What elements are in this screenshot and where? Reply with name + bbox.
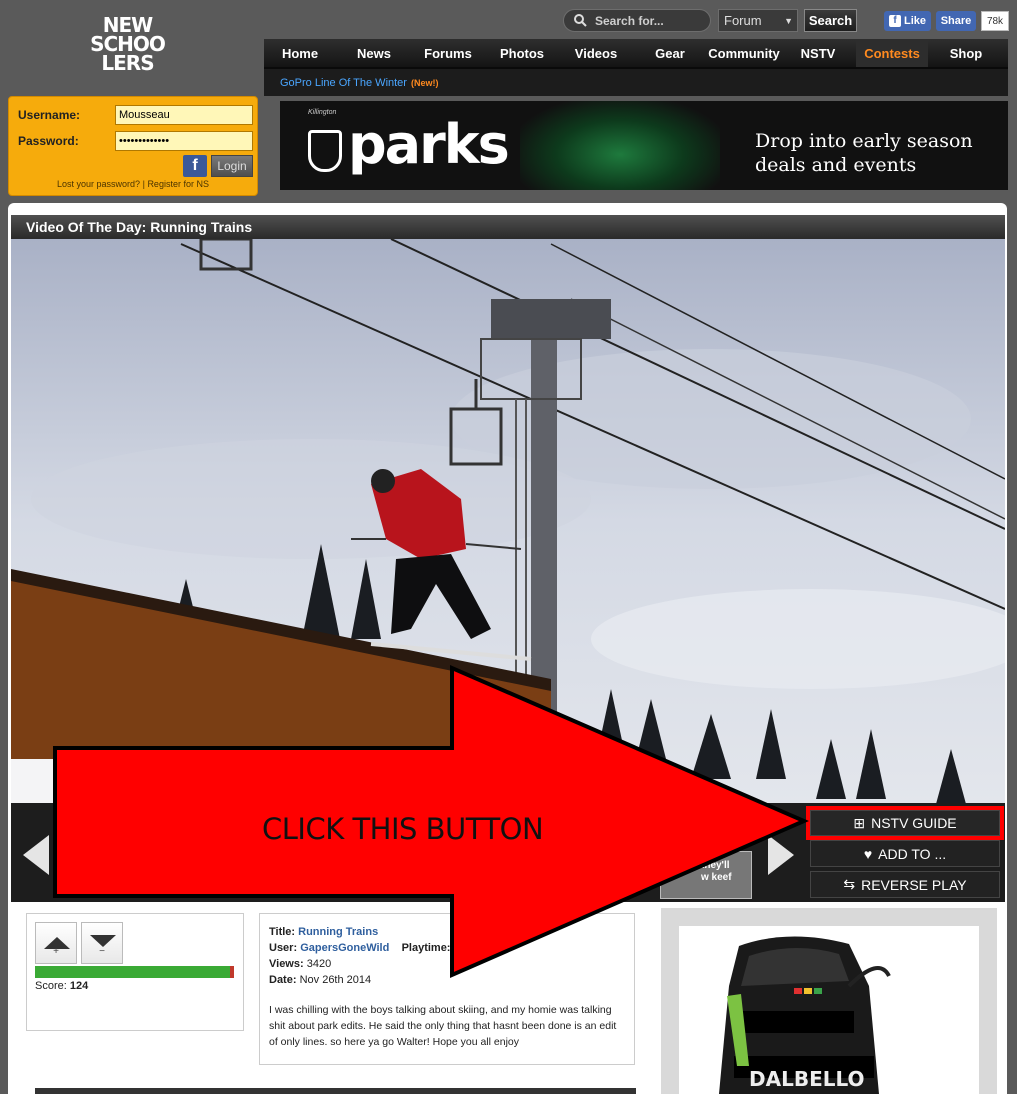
ski-boot-image: DALBELLO <box>719 936 891 1094</box>
banner-tagline-1: Drop into early season <box>755 130 973 152</box>
nav-nstv[interactable]: NSTV <box>780 39 856 67</box>
video-player[interactable] <box>11 239 1005 804</box>
search-scope-select[interactable]: Forum ▼ <box>718 9 798 32</box>
search-input[interactable] <box>595 13 695 28</box>
video-title: Video Of The Day: Running Trains <box>11 215 1005 239</box>
title-label: Title: <box>269 926 296 938</box>
nav-home[interactable]: Home <box>264 39 336 67</box>
section-divider <box>35 1088 636 1094</box>
score-label: Score: <box>35 980 67 992</box>
nav-videos[interactable]: Videos <box>560 39 632 67</box>
nstv-guide-label: NSTV GUIDE <box>871 815 957 831</box>
downvote-button[interactable]: − <box>81 922 123 964</box>
facebook-icon: f <box>192 157 198 174</box>
reverse-play-button[interactable]: ⇆ REVERSE PLAY <box>810 871 1000 898</box>
caret-down-icon: ▼ <box>784 15 793 26</box>
search-button[interactable]: Search <box>804 9 857 32</box>
facebook-share-button[interactable]: Share <box>936 11 976 31</box>
thumbnail-caption-2: w keef <box>701 872 732 883</box>
search-box[interactable] <box>563 9 711 32</box>
upvote-symbol: + <box>53 946 59 957</box>
password-label: Password: <box>18 134 79 148</box>
add-to-button[interactable]: ♥ ADD TO ... <box>810 840 1000 867</box>
nav-contests[interactable]: Contests <box>856 39 928 67</box>
facebook-like-count: 78k <box>981 11 1009 31</box>
title-link[interactable]: Running Trains <box>298 926 378 938</box>
nav-gear[interactable]: Gear <box>632 39 708 67</box>
score-value: 124 <box>69 980 89 992</box>
score-text: Score: 124 <box>35 980 88 992</box>
video-thumbnail[interactable]: they'll w keef <box>660 851 752 899</box>
nav-shop[interactable]: Shop <box>928 39 1004 67</box>
thumbs-prev-arrow-icon[interactable] <box>23 835 49 875</box>
downvote-symbol: − <box>99 946 105 957</box>
facebook-like-button[interactable]: f Like <box>884 11 931 31</box>
score-bar <box>35 966 234 978</box>
boot-ad[interactable]: DALBELLO <box>679 926 979 1094</box>
nav-community[interactable]: Community <box>708 39 780 67</box>
thumbnail-caption-1: they'll <box>701 860 730 871</box>
views-value: 3420 <box>306 958 332 970</box>
search-scope-value: Forum <box>724 13 762 28</box>
nav-photos[interactable]: Photos <box>484 39 560 67</box>
username-field[interactable] <box>115 105 253 125</box>
facebook-like-label: Like <box>903 15 926 27</box>
facebook-icon: f <box>888 15 901 27</box>
login-button[interactable]: Login <box>211 155 253 177</box>
reverse-play-label: REVERSE PLAY <box>861 876 967 893</box>
password-field[interactable] <box>115 131 253 151</box>
thumbs-next-arrow-icon[interactable] <box>768 835 794 875</box>
search-icon <box>574 14 587 27</box>
playtime-label: Playtime: <box>401 942 451 954</box>
login-links: Lost your password? | Register for NS <box>9 179 257 189</box>
heart-icon: ♥ <box>863 845 873 862</box>
main-nav: Home News Forums Photos Videos Gear Comm… <box>264 39 1008 67</box>
link-separator: | <box>142 179 145 189</box>
login-panel: Username: Password: f Login Lost your pa… <box>8 96 258 196</box>
shield-icon <box>308 130 342 172</box>
grid-icon: ⊞ <box>853 814 866 831</box>
video-details: Title: Running Trains User: GapersGoneWi… <box>259 913 635 1065</box>
ad-banner[interactable]: Killington parks Drop into early season … <box>280 101 1008 190</box>
sub-nav: GoPro Line Of The Winter (New!) <box>264 67 1008 96</box>
banner-skier-image <box>520 101 720 190</box>
site-logo[interactable]: NEW SCHOO LERS <box>80 15 175 75</box>
banner-tagline-2: deals and events <box>755 154 917 176</box>
banner-tagline: Drop into early season deals and events <box>755 129 973 177</box>
banner-brand: parks <box>308 113 510 176</box>
nstv-guide-button[interactable]: ⊞ NSTV GUIDE <box>806 806 1004 840</box>
upvote-button[interactable]: + <box>35 922 77 964</box>
callout-text: CLICK THIS BUTTON <box>262 812 544 846</box>
logo-line-3: LERS <box>101 51 154 75</box>
boot-ad-text: DALBELLO <box>749 1067 865 1091</box>
video-frame <box>11 239 1005 804</box>
facebook-login-button[interactable]: f <box>183 155 207 177</box>
video-description: I was chilling with the boys talking abo… <box>269 1004 617 1048</box>
nav-forums[interactable]: Forums <box>412 39 484 67</box>
arrows-icon: ⇆ <box>843 876 856 892</box>
banner-brand-text: parks <box>348 113 510 176</box>
user-link[interactable]: GapersGoneWild <box>300 942 389 954</box>
views-label: Views: <box>269 958 304 970</box>
username-label: Username: <box>18 108 81 122</box>
date-label: Date: <box>269 974 297 986</box>
register-link[interactable]: Register for NS <box>147 179 209 189</box>
date-value: Nov 26th 2014 <box>299 974 372 986</box>
user-label: User: <box>269 942 298 954</box>
subnav-gopro-link[interactable]: GoPro Line Of The Winter <box>280 77 407 89</box>
lost-password-link[interactable]: Lost your password? <box>57 179 140 189</box>
nav-news[interactable]: News <box>336 39 412 67</box>
new-badge: (New!) <box>410 77 439 88</box>
add-to-label: ADD TO ... <box>878 845 947 862</box>
